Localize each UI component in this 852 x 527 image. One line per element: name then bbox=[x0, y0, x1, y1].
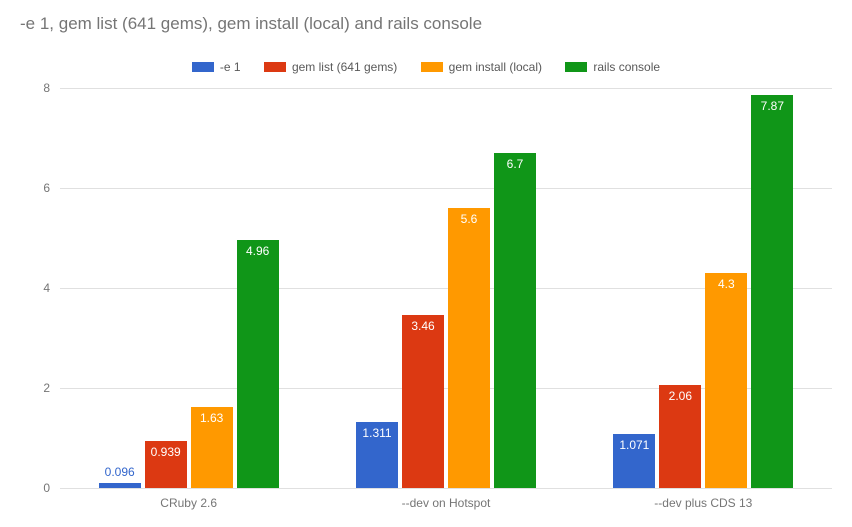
legend-item: gem install (local) bbox=[421, 60, 542, 74]
bar: 1.63 bbox=[191, 407, 233, 489]
legend-item: -e 1 bbox=[192, 60, 241, 74]
bar-value-label: 0.096 bbox=[105, 465, 135, 479]
bar: 4.96 bbox=[237, 240, 279, 488]
bar: 4.3 bbox=[705, 273, 747, 488]
bar-value-label: 0.939 bbox=[151, 445, 181, 459]
grid-line bbox=[60, 188, 832, 189]
y-tick-label: 0 bbox=[20, 481, 50, 495]
bar-value-label: 7.87 bbox=[761, 99, 784, 113]
legend-swatch bbox=[565, 62, 587, 72]
x-tick-label: --dev plus CDS 13 bbox=[654, 496, 752, 510]
bar-value-label: 4.3 bbox=[718, 277, 735, 291]
chart-title: -e 1, gem list (641 gems), gem install (… bbox=[20, 14, 482, 34]
y-tick-label: 6 bbox=[20, 181, 50, 195]
legend-label: gem list (641 gems) bbox=[292, 60, 397, 74]
legend-label: gem install (local) bbox=[449, 60, 542, 74]
bar: 5.6 bbox=[448, 208, 490, 488]
legend-item: gem list (641 gems) bbox=[264, 60, 397, 74]
bar: 3.46 bbox=[402, 315, 444, 488]
bar: 1.311 bbox=[356, 422, 398, 488]
bar-value-label: 5.6 bbox=[461, 212, 478, 226]
legend-swatch bbox=[192, 62, 214, 72]
y-tick-label: 4 bbox=[20, 281, 50, 295]
legend-label: -e 1 bbox=[220, 60, 241, 74]
bar: 2.06 bbox=[659, 385, 701, 488]
bar-value-label: 3.46 bbox=[411, 319, 434, 333]
plot-area: 024680.0960.9391.634.96CRuby 2.61.3113.4… bbox=[60, 88, 832, 488]
bar: 7.87 bbox=[751, 95, 793, 489]
bar: 0.096 bbox=[99, 483, 141, 488]
x-tick-label: CRuby 2.6 bbox=[160, 496, 217, 510]
bar: 1.071 bbox=[613, 434, 655, 488]
x-tick-label: --dev on Hotspot bbox=[402, 496, 491, 510]
legend-swatch bbox=[421, 62, 443, 72]
bar: 6.7 bbox=[494, 153, 536, 488]
bar-value-label: 1.071 bbox=[619, 438, 649, 452]
grid-line bbox=[60, 88, 832, 89]
bar-value-label: 6.7 bbox=[507, 157, 524, 171]
y-tick-label: 8 bbox=[20, 81, 50, 95]
bar-value-label: 1.63 bbox=[200, 411, 223, 425]
bar-value-label: 2.06 bbox=[669, 389, 692, 403]
chart-container: -e 1, gem list (641 gems), gem install (… bbox=[0, 0, 852, 527]
bar: 0.939 bbox=[145, 441, 187, 488]
legend-swatch bbox=[264, 62, 286, 72]
bar-value-label: 1.311 bbox=[362, 426, 391, 440]
grid-line bbox=[60, 488, 832, 489]
legend-item: rails console bbox=[565, 60, 660, 74]
bar-value-label: 4.96 bbox=[246, 244, 269, 258]
legend: -e 1 gem list (641 gems) gem install (lo… bbox=[0, 60, 852, 75]
legend-label: rails console bbox=[593, 60, 660, 74]
y-tick-label: 2 bbox=[20, 381, 50, 395]
